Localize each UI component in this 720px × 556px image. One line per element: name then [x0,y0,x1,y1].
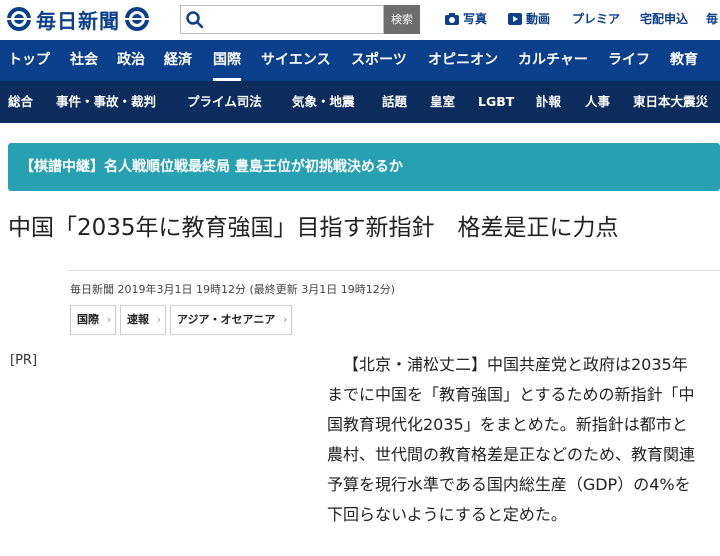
search-input[interactable] [180,5,384,34]
main-nav: トップ 社会 政治 経済 国際 サイエンス スポーツ オピニオン カルチャー ラ… [0,40,720,81]
subnav-item-general[interactable]: 総合 [8,81,33,123]
logo-emblem-icon [7,7,31,31]
play-icon [508,12,522,25]
article-body: 【北京・浦松丈二】中国共産党と政府は2035年までに中国を「教育強国」とするため… [327,350,699,530]
subnav-item-personnel[interactable]: 人事 [585,81,610,123]
nav-item-economy[interactable]: 経済 [164,40,192,81]
site-header: 毎日新聞 検索 写真 動画 プレミア 宅配申込 毎 [0,0,720,40]
nav-item-life[interactable]: ライフ [608,40,650,81]
pr-label: [PR] [10,353,38,368]
photo-link[interactable]: 写真 [445,10,487,27]
subnav-item-lgbt[interactable]: LGBT [478,81,514,123]
sub-nav: 総合 事件・事故・裁判 プライム司法 気象・地震 話題 皇室 LGBT 訃報 人… [0,81,720,123]
logo-emblem-icon [125,7,149,31]
nav-item-sports[interactable]: スポーツ [351,40,407,81]
tag-international[interactable]: 国際 › [70,305,116,335]
subnav-item-weather[interactable]: 気象・地震 [292,81,355,123]
video-link[interactable]: 動画 [508,10,550,27]
logo-text: 毎日新聞 [36,8,120,33]
subnav-item-prime-justice[interactable]: プライム司法 [187,81,262,123]
premier-link[interactable]: プレミア [572,10,620,27]
article-meta: 毎日新聞 2019年3月1日 19時12分 (最終更新 3月1日 19時12分) [70,283,396,296]
chevron-right-icon: › [106,313,111,326]
subnav-item-topics[interactable]: 話題 [382,81,407,123]
nav-item-opinion[interactable]: オピニオン [428,40,498,81]
delivery-signup-link[interactable]: 宅配申込 [640,10,688,27]
tag-asia-oceania[interactable]: アジア・オセアニア › [170,305,293,335]
subnav-item-obituary[interactable]: 訃報 [536,81,561,123]
nav-item-top[interactable]: トップ [8,40,50,81]
subnav-item-great-east-japan-earthquake[interactable]: 東日本大震災 [633,81,708,123]
chevron-right-icon: › [156,313,161,326]
divider [68,270,720,271]
nav-item-education[interactable]: 教育 [670,40,698,81]
search-icon [186,11,204,29]
mypage-link[interactable]: 毎 [706,10,718,27]
breaking-banner[interactable]: 【棋譜中継】名人戦順位戦最終局 豊島王位が初挑戦決めるか [8,143,720,191]
tag-breaking[interactable]: 速報 › [120,305,166,335]
nav-item-culture[interactable]: カルチャー [518,40,588,81]
nav-item-science[interactable]: サイエンス [261,40,331,81]
subnav-item-imperial[interactable]: 皇室 [430,81,455,123]
nav-item-politics[interactable]: 政治 [117,40,145,81]
nav-item-society[interactable]: 社会 [70,40,98,81]
article-headline: 中国「2035年に教育強国」目指す新指針 格差是正に力点 [8,215,619,241]
search-button[interactable]: 検索 [384,5,420,34]
article-tags: 国際 › 速報 › アジア・オセアニア › [70,305,296,335]
subnav-item-incidents[interactable]: 事件・事故・裁判 [56,81,156,123]
camera-icon [445,12,459,25]
nav-item-international[interactable]: 国際 [213,40,241,81]
chevron-right-icon: › [282,313,288,326]
site-logo[interactable]: 毎日新聞 [6,5,150,33]
article-paragraph: 【北京・浦松丈二】中国共産党と政府は2035年までに中国を「教育強国」とするため… [327,355,696,524]
